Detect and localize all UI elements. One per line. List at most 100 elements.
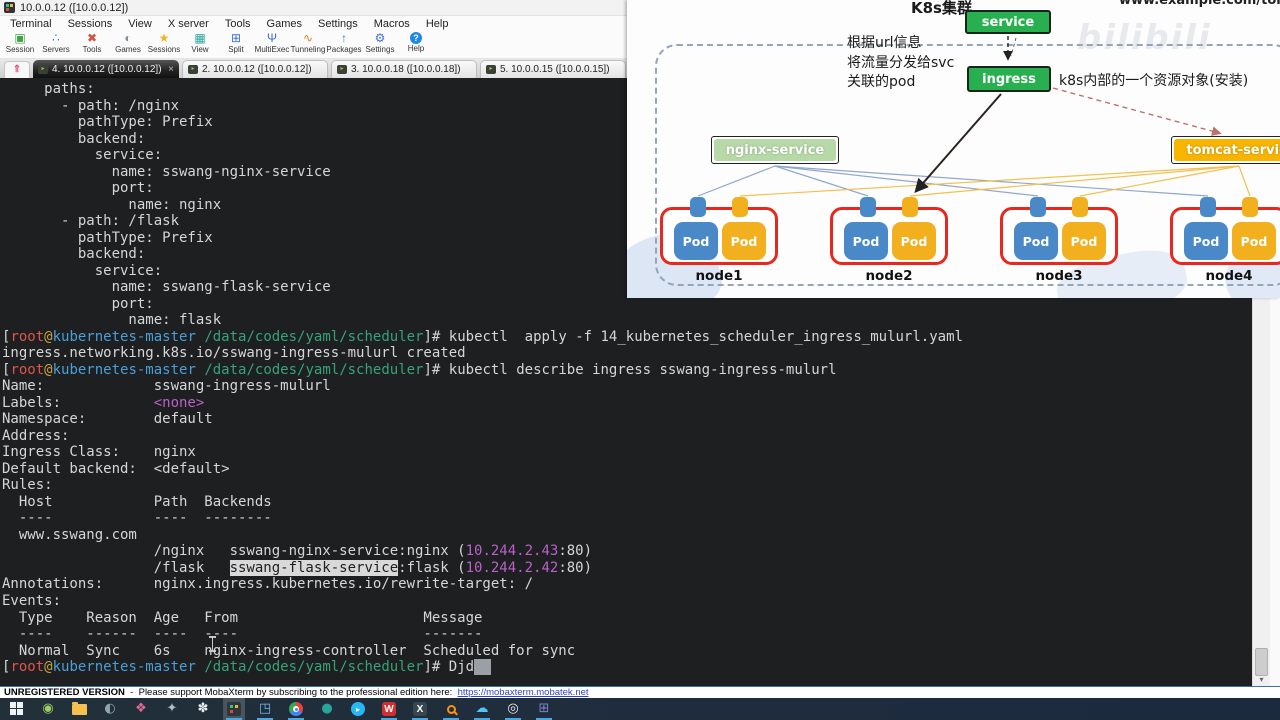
cloud-app-icon[interactable]: ☁ [471, 698, 493, 720]
toolbar-label: Session [5, 45, 35, 54]
terminal-line: /nginx sswang-nginx-service:nginx (10.24… [2, 543, 593, 560]
toolbar-games-button[interactable]: ◐ Games [110, 31, 146, 55]
tab-label: 4. 10.0.0.12 ([10.0.0.12]) [52, 63, 162, 75]
terminal-line: Annotations: nginx.ingress.kubernetes.io… [2, 576, 534, 593]
toolbar-label: Games [115, 45, 141, 54]
app-grid-icon[interactable]: ⊞ [533, 698, 555, 720]
session-icon: ▣ [14, 31, 26, 45]
pod-blue: Pod [674, 222, 718, 260]
menu-help[interactable]: Help [418, 18, 457, 30]
menu-sessions[interactable]: Sessions [60, 18, 121, 30]
endpoint-yellow-icon [732, 197, 748, 217]
scrollbar-thumb[interactable] [1255, 648, 1268, 676]
toolbar-view-button[interactable]: ▦ View [182, 31, 218, 55]
ingress-box: ingress [967, 66, 1051, 92]
taskbar: ◉ ◐ ❖ ✦ ✽ ◳ ● ▸ W X ☁ ◎ ⊞ [0, 698, 1280, 720]
menu-x-server[interactable]: X server [160, 18, 217, 30]
terminal-line: Namespace: default [2, 411, 213, 428]
chrome-icon-glyph [289, 702, 303, 716]
menu-view[interactable]: View [120, 18, 160, 30]
app-icon [4, 2, 15, 13]
x-app-icon[interactable]: X [409, 698, 431, 720]
wps-icon[interactable]: W [378, 698, 400, 720]
session-tab-2[interactable]: ▸ 2. 10.0.0.12 ([10.0.0.12]) [182, 60, 328, 78]
endpoint-blue-icon [1030, 197, 1046, 217]
session-tab-1[interactable]: ▸ 4. 10.0.0.12 ([10.0.0.12]) × [33, 60, 179, 78]
start-button[interactable] [6, 698, 28, 720]
terminal-line: www.sswang.com [2, 526, 137, 543]
toolbar-split-button[interactable]: ⊞ Split [218, 31, 254, 55]
toolbar-packages-button[interactable]: ↑ Packages [326, 31, 362, 55]
toolbar-session-button[interactable]: ▣ Session [2, 31, 38, 55]
tunneling-icon: ∿ [302, 31, 314, 45]
up-arrow-icon: ⇑ [12, 64, 22, 75]
cluster-title: K8s集群 [911, 0, 972, 17]
service-box: service [965, 10, 1051, 34]
file-explorer-icon[interactable] [68, 698, 90, 720]
node-label: node1 [695, 268, 743, 284]
servers-icon: ∴ [52, 31, 60, 45]
recorder-icon-glyph: ◎ [507, 701, 519, 716]
tab-label: 5. 10.0.0.15 ([10.0.0.15]) [500, 64, 610, 75]
toolbar-sessions-button[interactable]: ★ Sessions [146, 31, 182, 55]
endpoint-yellow-icon [1242, 197, 1258, 217]
session-tab-4[interactable]: ▸ 5. 10.0.0.15 ([10.0.0.15]) [480, 60, 626, 78]
menu-settings[interactable]: Settings [310, 18, 366, 30]
screen: 10.0.0.12 ([10.0.0.12]) Terminal Sessions… [0, 0, 1280, 720]
snipping-tool-icon[interactable]: ◳ [254, 698, 276, 720]
app-green-icon[interactable]: ◉ [37, 698, 59, 720]
pod-yellow: Pod [892, 222, 936, 260]
nginx-service-box: nginx-service [711, 136, 839, 164]
app-dark-icon[interactable]: ◐ [99, 698, 121, 720]
menu-macros[interactable]: Macros [366, 18, 418, 30]
mouse-ibeam-cursor [209, 636, 216, 652]
photos-app-icon[interactable]: ❖ [130, 698, 152, 720]
session-tab-3[interactable]: ▸ 3. 10.0.0.18 ([10.0.0.18]) [331, 60, 477, 78]
scrollbar-down-arrow-icon[interactable]: ▾ [1253, 674, 1270, 686]
terminal-tab-icon: ▸ [188, 65, 198, 74]
snipping-tool-icon-glyph: ◳ [258, 701, 272, 716]
tomcat-service-box: tomcat-service [1171, 136, 1280, 164]
menu-tools[interactable]: Tools [217, 18, 259, 30]
toolbar-tools-button[interactable]: ✖ Tools [74, 31, 110, 55]
toolbar-multiexec-button[interactable]: Ψ MultiExec [254, 31, 290, 55]
terminal-line: Events: [2, 592, 62, 609]
start-button-glyph [10, 702, 24, 716]
view-icon: ▦ [194, 31, 206, 45]
tab-close-icon[interactable]: × [168, 64, 174, 75]
terminal-tab-icon: ▸ [337, 65, 347, 74]
pod-blue: Pod [844, 222, 888, 260]
terminal-line: Default backend: <default> [2, 460, 230, 477]
toolbar-settings-button[interactable]: ⚙ Settings [362, 31, 398, 55]
app-dark-icon-glyph: ◐ [104, 701, 116, 716]
menu-terminal[interactable]: Terminal [2, 18, 60, 30]
terminal-tab-icon: ▸ [38, 64, 48, 74]
app-teal-icon[interactable]: ● [316, 698, 338, 720]
chrome-icon[interactable] [285, 698, 307, 720]
telegram-icon[interactable]: ▸ [347, 698, 369, 720]
menu-games[interactable]: Games [259, 18, 310, 30]
search-magnifier-icon-glyph [446, 704, 456, 714]
search-magnifier-icon[interactable] [440, 698, 462, 720]
tab-label: 3. 10.0.0.18 ([10.0.0.18]) [351, 64, 461, 75]
mobaxterm-icon[interactable] [223, 698, 245, 720]
unregistered-banner: UNREGISTERED VERSION - Please support Mo… [0, 686, 1280, 698]
toolbar-help-button[interactable]: ? Help [398, 31, 434, 54]
recorder-icon[interactable]: ◎ [502, 698, 524, 720]
app-grid-icon-glyph: ⊞ [538, 701, 550, 716]
terminal-line: Ingress Class: nginx [2, 444, 196, 461]
help-icon: ? [410, 32, 422, 44]
terminal-tab-icon: ▸ [486, 65, 496, 74]
unregistered-label: UNREGISTERED VERSION [4, 687, 125, 698]
terminal-line: Address: [2, 427, 70, 444]
toolbar-servers-button[interactable]: ∴ Servers [38, 31, 74, 55]
tab-label: 2. 10.0.0.12 ([10.0.0.12]) [202, 64, 312, 75]
terminal-line: Name: sswang-ingress-mulurl [2, 378, 331, 395]
sidebar-toggle-tab[interactable]: ⇑ [4, 61, 30, 78]
app-gray-icon[interactable]: ✦ [161, 698, 183, 720]
app-gray-icon-glyph: ✦ [166, 701, 178, 716]
pod-yellow: Pod [722, 222, 766, 260]
app-flower-icon[interactable]: ✽ [192, 698, 214, 720]
toolbar-tunneling-button[interactable]: ∿ Tunneling [290, 31, 326, 55]
mobatek-link[interactable]: https://mobaxterm.mobatek.net [458, 687, 589, 698]
